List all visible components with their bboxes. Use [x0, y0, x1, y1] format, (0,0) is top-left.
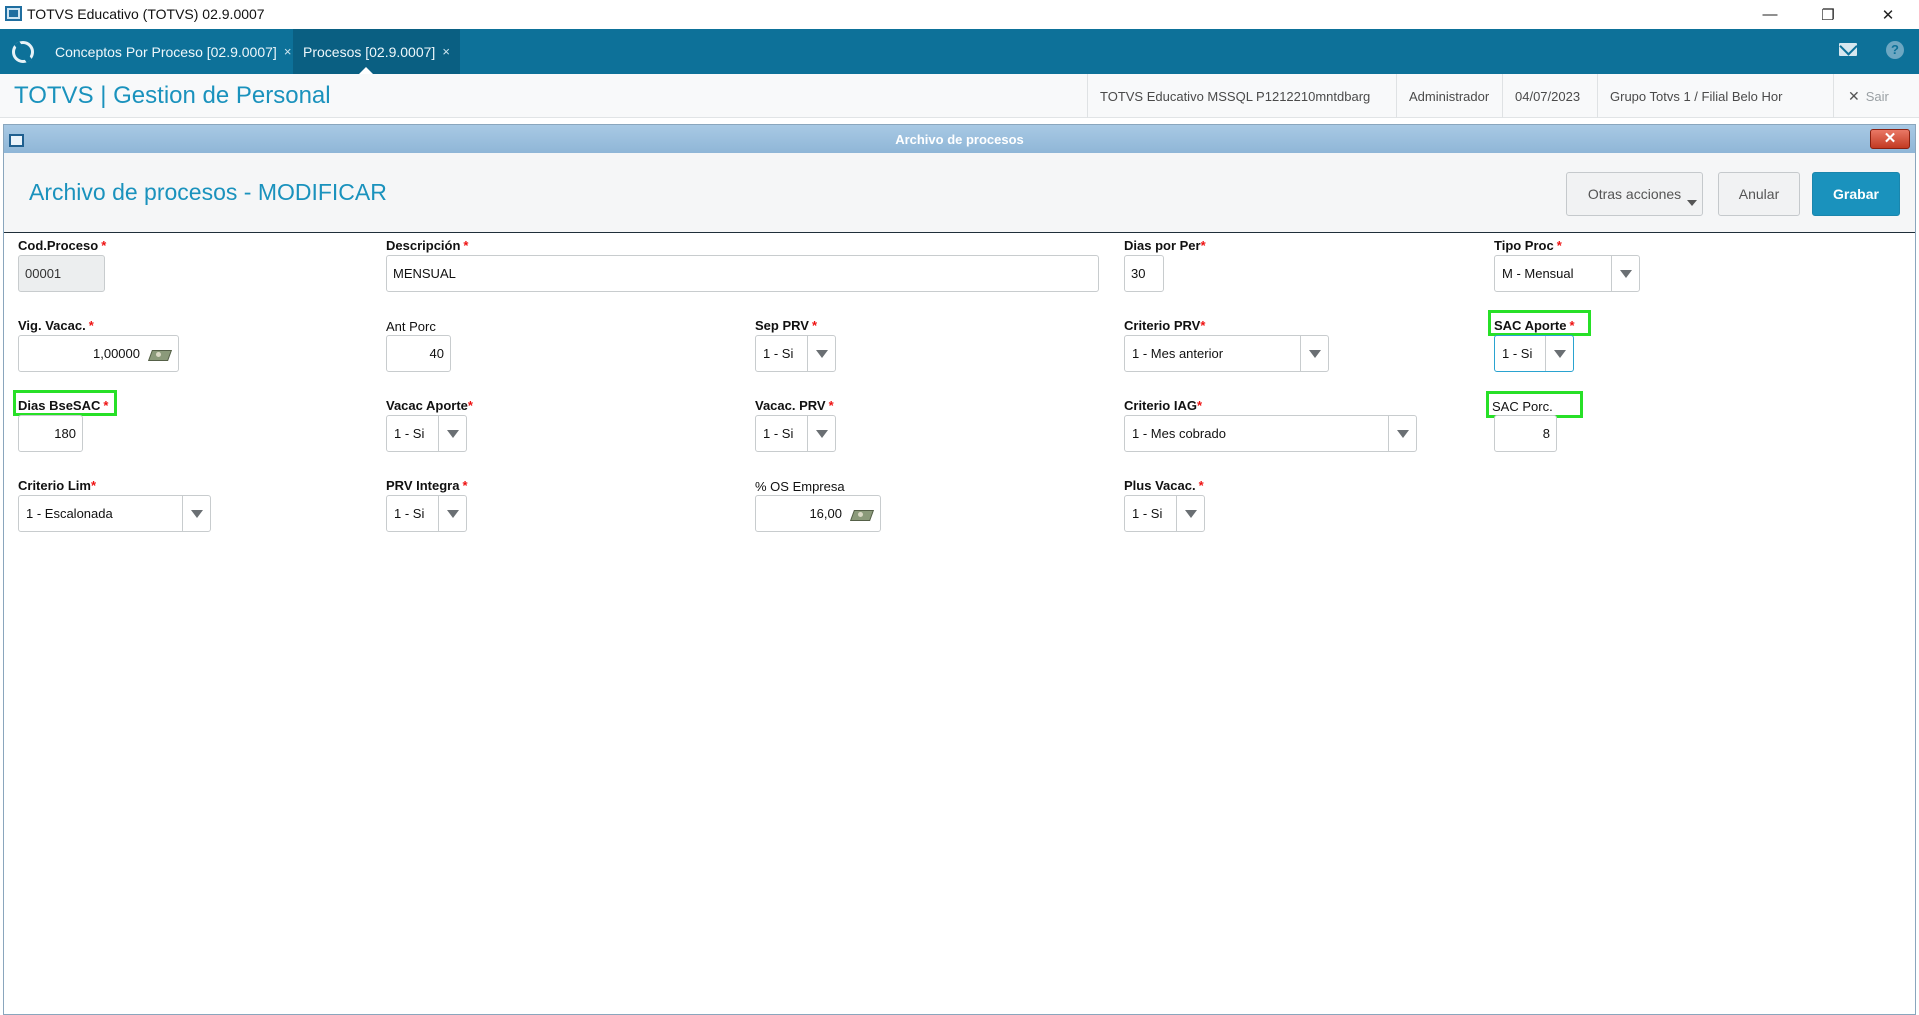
- sac-porc-field[interactable]: 8: [1494, 415, 1557, 452]
- other-actions-button[interactable]: Otras acciones: [1566, 172, 1703, 216]
- date-info[interactable]: 04/07/2023: [1502, 74, 1592, 118]
- vig-vacac-label: Vig. Vacac. *: [18, 318, 94, 333]
- dialog-close-button[interactable]: ✕: [1870, 129, 1910, 149]
- select-value: 1 - Si: [763, 426, 794, 441]
- plus-vacac-label: Plus Vacac. *: [1124, 478, 1204, 493]
- cod-proceso-label: Cod.Proceso *: [18, 238, 107, 253]
- select-value: 1 - Mes anterior: [1132, 346, 1224, 361]
- chevron-down-icon: [1687, 200, 1697, 206]
- vacac-aporte-select[interactable]: 1 - Si: [386, 415, 467, 452]
- tab-procesos[interactable]: Procesos [02.9.0007] ×: [293, 29, 460, 75]
- criterio-prv-label: Criterio PRV*: [1124, 318, 1206, 333]
- criterio-lim-label: Criterio Lim*: [18, 478, 97, 493]
- user-info[interactable]: Administrador: [1396, 74, 1501, 118]
- sep-prv-label: Sep PRV *: [755, 318, 818, 333]
- vig-vacac-value: 1,00000: [93, 346, 140, 361]
- dias-bsesac-field[interactable]: 180: [18, 415, 83, 452]
- chevron-down-icon[interactable]: [807, 336, 835, 371]
- chevron-down-icon[interactable]: [807, 416, 835, 451]
- module-tab-bar: Conceptos Por Proceso [02.9.0007] × Proc…: [0, 29, 1919, 75]
- tipo-proc-label: Tipo Proc *: [1494, 238, 1562, 253]
- chevron-down-icon[interactable]: [182, 496, 210, 531]
- criterio-iag-label: Criterio IAG*: [1124, 398, 1203, 413]
- chevron-down-icon[interactable]: [438, 416, 466, 451]
- criterio-iag-select[interactable]: 1 - Mes cobrado: [1124, 415, 1417, 452]
- criterio-prv-select[interactable]: 1 - Mes anterior: [1124, 335, 1329, 372]
- branch-info[interactable]: Grupo Totvs 1 / Filial Belo Hor: [1597, 74, 1794, 118]
- select-value: 1 - Si: [394, 506, 425, 521]
- os-empresa-field[interactable]: 16,00: [755, 495, 881, 532]
- restore-button[interactable]: ❐: [1805, 0, 1851, 29]
- save-button[interactable]: Grabar: [1812, 172, 1900, 216]
- chevron-down-icon[interactable]: [1611, 256, 1639, 291]
- os-empresa-label: % OS Empresa: [755, 479, 845, 494]
- cancel-button[interactable]: Anular: [1718, 172, 1800, 216]
- select-value: 1 - Si: [1132, 506, 1163, 521]
- sep-prv-select[interactable]: 1 - Si: [755, 335, 836, 372]
- tab-close-icon[interactable]: ×: [284, 44, 292, 59]
- vacac-prv-select[interactable]: 1 - Si: [755, 415, 836, 452]
- dias-por-per-label: Dias por Per*: [1124, 238, 1206, 253]
- chevron-down-icon[interactable]: [438, 496, 466, 531]
- ant-porc-label: Ant Porc: [386, 319, 436, 334]
- ant-porc-field[interactable]: 40: [386, 335, 451, 372]
- app-window-icon: [5, 6, 22, 21]
- tab-conceptos-por-proceso[interactable]: Conceptos Por Proceso [02.9.0007] ×: [45, 29, 301, 74]
- tab-label: Conceptos Por Proceso [02.9.0007]: [55, 43, 277, 60]
- sac-aporte-select[interactable]: 1 - Si: [1494, 335, 1574, 372]
- os-empresa-value: 16,00: [809, 506, 842, 521]
- chevron-down-icon[interactable]: [1388, 416, 1416, 451]
- vig-vacac-field[interactable]: 1,00000: [18, 335, 179, 372]
- dias-bsesac-label: Dias BseSAC *: [18, 398, 109, 413]
- totvs-logo-icon[interactable]: [12, 41, 34, 63]
- cod-proceso-field[interactable]: 00001: [18, 255, 105, 292]
- vacac-aporte-label: Vacac Aporte*: [386, 398, 473, 413]
- vacac-prv-label: Vacac. PRV *: [755, 398, 834, 413]
- form-header: Archivo de procesos - MODIFICAR Otras ac…: [4, 153, 1915, 233]
- exit-label: Sair: [1865, 88, 1889, 104]
- help-icon[interactable]: ?: [1886, 41, 1904, 59]
- prv-integra-label: PRV Integra *: [386, 478, 468, 493]
- calculator-money-icon[interactable]: [150, 348, 172, 360]
- sac-porc-label: SAC Porc.: [1492, 399, 1553, 414]
- close-icon: ✕: [1848, 87, 1860, 104]
- descripcion-field[interactable]: MENSUAL: [386, 255, 1099, 292]
- select-value: 1 - Si: [394, 426, 425, 441]
- dialog-title: Archivo de procesos: [895, 132, 1024, 147]
- mail-icon[interactable]: [1839, 43, 1857, 56]
- other-actions-label: Otras acciones: [1587, 186, 1682, 202]
- select-value: 1 - Si: [763, 346, 794, 361]
- dialog-titlebar: Archivo de procesos ✕: [4, 125, 1915, 153]
- descripcion-label: Descripción *: [386, 238, 469, 253]
- criterio-lim-select[interactable]: 1 - Escalonada: [18, 495, 211, 532]
- form-title: Archivo de procesos - MODIFICAR: [29, 179, 387, 205]
- tipo-proc-select[interactable]: M - Mensual: [1494, 255, 1640, 292]
- chevron-down-icon[interactable]: [1176, 496, 1204, 531]
- app-header: TOTVS | Gestion de Personal TOTVS Educat…: [0, 74, 1919, 118]
- tab-close-icon[interactable]: ×: [442, 44, 450, 59]
- exit-button[interactable]: ✕ Sair: [1833, 74, 1903, 118]
- window-title: TOTVS Educativo (TOTVS) 02.9.0007: [27, 6, 265, 22]
- chevron-down-icon[interactable]: [1300, 336, 1328, 371]
- tab-label: Procesos [02.9.0007]: [303, 43, 436, 60]
- select-value: 1 - Mes cobrado: [1132, 426, 1226, 441]
- sac-aporte-label: SAC Aporte *: [1494, 318, 1575, 333]
- select-value: 1 - Escalonada: [26, 506, 113, 521]
- environment-info[interactable]: TOTVS Educativo MSSQL P1212210mntdbarg: [1087, 74, 1382, 118]
- chevron-down-icon[interactable]: [1545, 336, 1573, 371]
- app-title: TOTVS | Gestion de Personal: [14, 82, 331, 109]
- select-value: 1 - Si: [1502, 346, 1533, 361]
- prv-integra-select[interactable]: 1 - Si: [386, 495, 467, 532]
- window-titlebar: TOTVS Educativo (TOTVS) 02.9.0007 — ❐ ✕: [0, 0, 1919, 29]
- select-value: M - Mensual: [1502, 266, 1574, 281]
- dias-por-per-field[interactable]: 30: [1124, 255, 1164, 292]
- calculator-money-icon[interactable]: [852, 508, 874, 520]
- minimize-button[interactable]: —: [1747, 0, 1793, 29]
- window-close-button[interactable]: ✕: [1865, 0, 1911, 29]
- plus-vacac-select[interactable]: 1 - Si: [1124, 495, 1205, 532]
